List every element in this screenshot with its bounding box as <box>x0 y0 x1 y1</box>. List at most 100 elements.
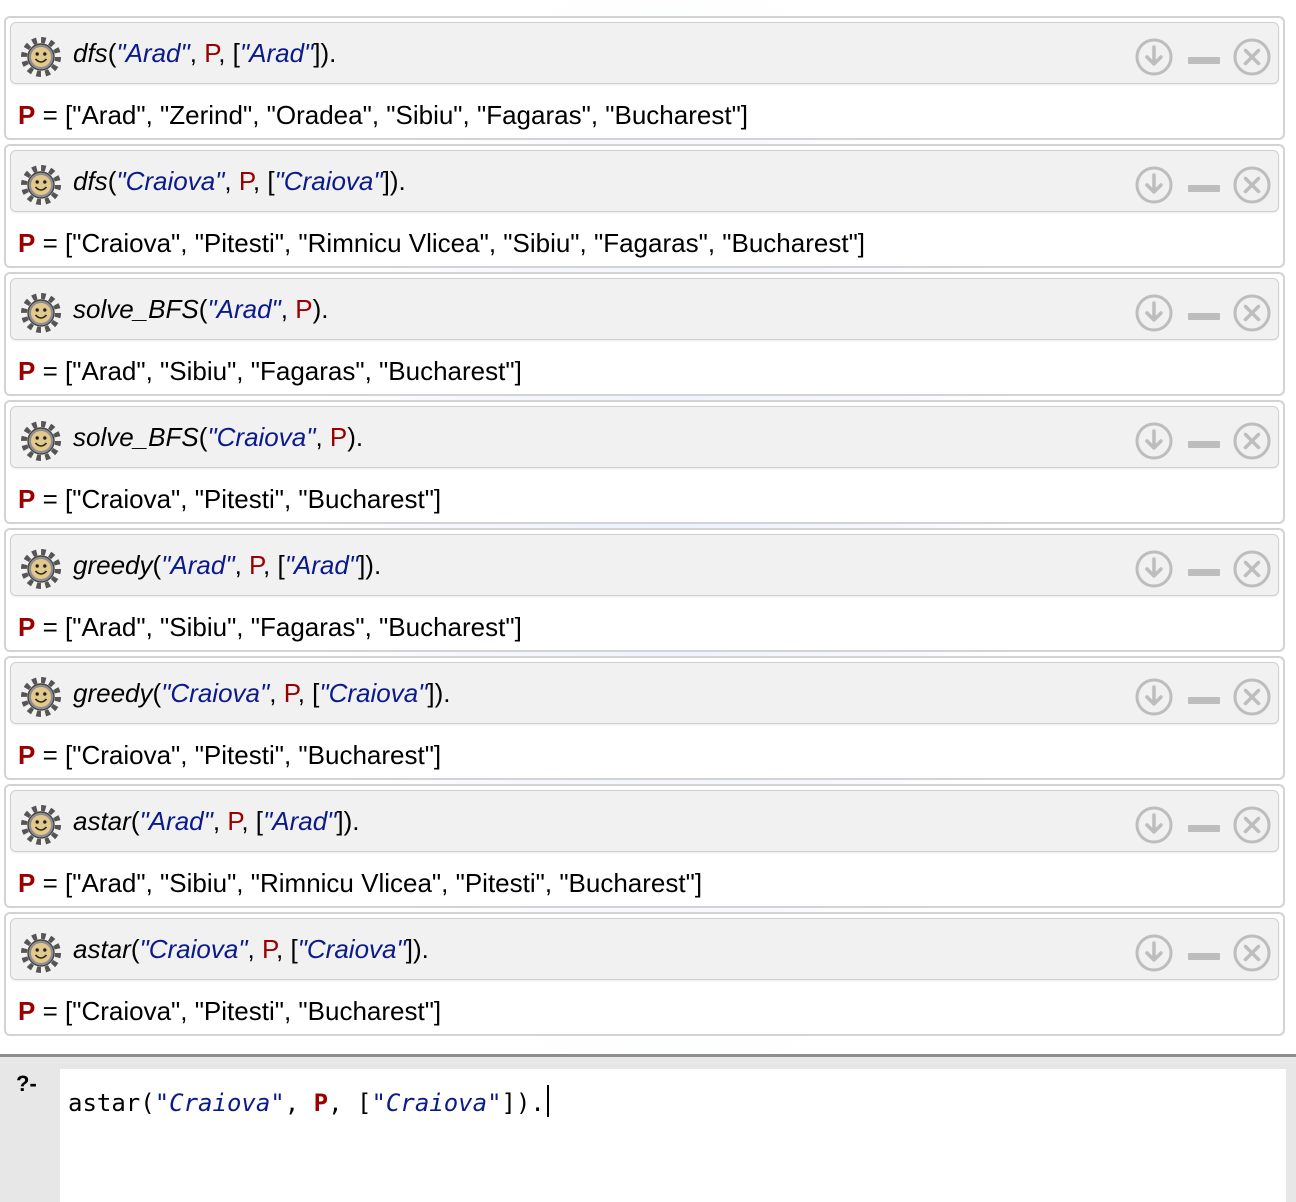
editor-token: astar( <box>68 1089 155 1117</box>
text-caret <box>546 1085 549 1117</box>
download-icon[interactable] <box>1134 165 1174 205</box>
answer-text: P = ["Craiova", "Pitesti", "Bucharest"] <box>18 482 441 516</box>
editor-token: "Craiova" <box>371 1089 502 1117</box>
query-token: "Craiova" <box>297 934 406 964</box>
answer-variable: P <box>18 740 36 770</box>
gear-icon[interactable] <box>21 37 61 77</box>
query-token: P <box>238 166 253 196</box>
download-icon[interactable] <box>1134 805 1174 845</box>
query-token: greedy <box>73 550 153 580</box>
query-bar[interactable]: greedy("Craiova", P, ["Craiova"]). <box>10 662 1279 724</box>
editor-token: P <box>313 1089 329 1117</box>
close-icon[interactable] <box>1232 293 1272 333</box>
answer-variable: P <box>18 100 36 130</box>
result-cell: astar("Craiova", P, ["Craiova"]). P = ["… <box>4 912 1285 1036</box>
gear-icon[interactable] <box>21 293 61 333</box>
answer-variable: P <box>18 996 36 1026</box>
result-cell: solve_BFS("Craiova", P). P = ["Craiova",… <box>4 400 1285 524</box>
query-area: ?- astar("Craiova", P, ["Craiova"]). <box>0 1054 1296 1202</box>
minimize-icon[interactable] <box>1184 37 1224 77</box>
results-list: dfs("Arad", P, ["Arad"]). P = ["Arad", "… <box>4 16 1285 1040</box>
query-bar[interactable]: greedy("Arad", P, ["Arad"]). <box>10 534 1279 596</box>
query-text: dfs("Craiova", P, ["Craiova"]). <box>73 164 406 198</box>
query-token: ]). <box>336 806 360 836</box>
close-icon[interactable] <box>1232 933 1272 973</box>
query-text: greedy("Craiova", P, ["Craiova"]). <box>73 676 451 710</box>
query-text: astar("Craiova", P, ["Craiova"]). <box>73 932 429 966</box>
query-text: astar("Arad", P, ["Arad"]). <box>73 804 360 838</box>
query-token: dfs <box>73 38 108 68</box>
result-cell: greedy("Craiova", P, ["Craiova"]). P = [… <box>4 656 1285 780</box>
gear-icon[interactable] <box>21 677 61 717</box>
minimize-icon[interactable] <box>1184 933 1224 973</box>
answer-variable: P <box>18 868 36 898</box>
query-bar[interactable]: dfs("Craiova", P, ["Craiova"]). <box>10 150 1279 212</box>
gear-icon[interactable] <box>21 549 61 589</box>
query-token: "Arad" <box>284 550 359 580</box>
query-editor-line[interactable]: astar("Craiova", P, ["Craiova"]). <box>68 1085 549 1117</box>
query-token: "Craiova" <box>207 422 316 452</box>
query-bar[interactable]: dfs("Arad", P, ["Arad"]). <box>10 22 1279 84</box>
answer-variable: P <box>18 356 36 386</box>
minimize-icon[interactable] <box>1184 165 1224 205</box>
answer-value: = ["Arad", "Sibiu", "Fagaras", "Buchares… <box>42 356 522 386</box>
query-token: "Craiova" <box>116 166 225 196</box>
query-token: , [ <box>241 806 263 836</box>
query-token: greedy <box>73 678 153 708</box>
result-cell: solve_BFS("Arad", P). P = ["Arad", "Sibi… <box>4 272 1285 396</box>
query-token: , <box>234 550 250 580</box>
query-editor[interactable]: astar("Craiova", P, ["Craiova"]). <box>60 1069 1286 1202</box>
answer-text: P = ["Craiova", "Pitesti", "Bucharest"] <box>18 994 441 1028</box>
query-token: dfs <box>73 166 108 196</box>
query-token: ]). <box>358 550 382 580</box>
query-token: P <box>227 806 242 836</box>
query-token: "Craiova" <box>319 678 428 708</box>
answer-value: = ["Arad", "Sibiu", "Rimnicu Vlicea", "P… <box>42 868 703 898</box>
answer-text: P = ["Craiova", "Pitesti", "Rimnicu Vlic… <box>18 226 865 260</box>
result-cell: astar("Arad", P, ["Arad"]). P = ["Arad",… <box>4 784 1285 908</box>
download-icon[interactable] <box>1134 549 1174 589</box>
query-token: "Arad" <box>239 38 314 68</box>
query-token: , [ <box>252 166 275 196</box>
minimize-icon[interactable] <box>1184 293 1224 333</box>
close-icon[interactable] <box>1232 37 1272 77</box>
close-icon[interactable] <box>1232 165 1272 205</box>
answer-variable: P <box>18 228 36 258</box>
query-token: "Arad" <box>139 806 213 836</box>
prompt-label: ?- <box>16 1071 37 1096</box>
close-icon[interactable] <box>1232 549 1272 589</box>
download-icon[interactable] <box>1134 293 1174 333</box>
minimize-icon[interactable] <box>1184 421 1224 461</box>
query-token: , <box>212 806 228 836</box>
gear-icon[interactable] <box>21 421 61 461</box>
download-icon[interactable] <box>1134 933 1174 973</box>
close-icon[interactable] <box>1232 677 1272 717</box>
download-icon[interactable] <box>1134 677 1174 717</box>
answer-value: = ["Craiova", "Pitesti", "Bucharest"] <box>42 484 442 514</box>
query-bar[interactable]: astar("Arad", P, ["Arad"]). <box>10 790 1279 852</box>
query-token: ( <box>152 678 162 708</box>
answer-variable: P <box>18 612 36 642</box>
close-icon[interactable] <box>1232 421 1272 461</box>
answer-text: P = ["Craiova", "Pitesti", "Bucharest"] <box>18 738 441 772</box>
minimize-icon[interactable] <box>1184 805 1224 845</box>
minimize-icon[interactable] <box>1184 549 1224 589</box>
query-token: , [ <box>297 678 320 708</box>
answer-value: = ["Arad", "Sibiu", "Fagaras", "Buchares… <box>42 612 522 642</box>
query-text: solve_BFS("Arad", P). <box>73 292 328 326</box>
gear-icon[interactable] <box>21 805 61 845</box>
minimize-icon[interactable] <box>1184 677 1224 717</box>
gear-icon[interactable] <box>21 933 61 973</box>
close-icon[interactable] <box>1232 805 1272 845</box>
query-bar[interactable]: solve_BFS("Arad", P). <box>10 278 1279 340</box>
query-bar[interactable]: astar("Craiova", P, ["Craiova"]). <box>10 918 1279 980</box>
gear-icon[interactable] <box>21 165 61 205</box>
query-token: , [ <box>263 550 285 580</box>
query-bar[interactable]: solve_BFS("Craiova", P). <box>10 406 1279 468</box>
answer-value: = ["Craiova", "Pitesti", "Bucharest"] <box>42 740 442 770</box>
download-icon[interactable] <box>1134 37 1174 77</box>
editor-token: ]). <box>501 1089 545 1117</box>
query-token: solve_BFS <box>73 422 199 452</box>
download-icon[interactable] <box>1134 421 1174 461</box>
query-token: "Arad" <box>263 806 337 836</box>
